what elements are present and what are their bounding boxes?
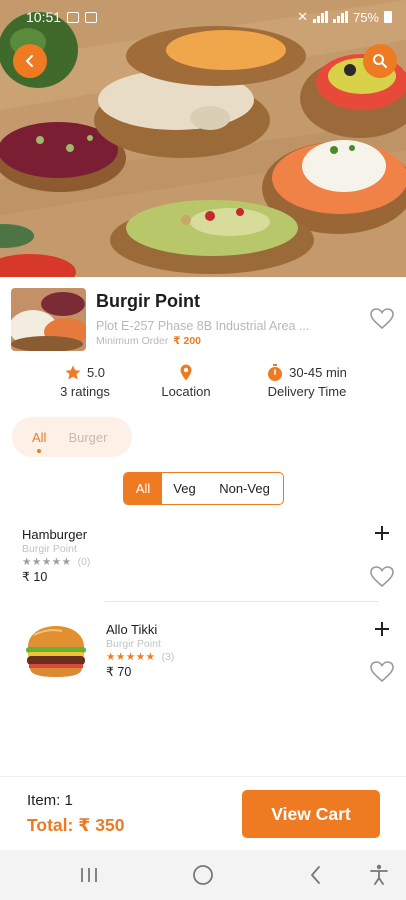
tab-all-label: All [32,429,47,445]
gallery-icon [85,11,98,23]
item-rating: ★★★★★ (3) [106,651,174,663]
cart-item-count: Item: 1 [27,792,73,809]
tab-all[interactable]: All [32,429,47,453]
item-name: Hamburger [22,527,88,542]
cart-total: Total: ₹ 350 [27,815,125,835]
mute-icon: ✕ [297,9,308,24]
star-icon [65,365,81,379]
rating-value: 5.0 [86,364,106,380]
heart-icon [370,308,394,330]
accessibility-icon[interactable] [368,863,390,887]
location-label: Location [161,384,211,399]
plus-icon [375,622,389,636]
search-icon [373,54,387,68]
signal-icon [312,11,328,23]
filter-veg[interactable]: Veg [162,473,207,504]
plus-icon [375,526,389,540]
view-cart-button[interactable]: View Cart [242,790,380,838]
veg-filter: All Veg Non-Veg [123,472,284,505]
status-bar: 10:51 ✕ 75% [0,0,406,34]
delivery-time-value: 30-45 min [289,364,347,380]
category-tabs: All Burger [12,417,132,457]
home-icon[interactable] [191,863,215,887]
active-tab-indicator [37,448,42,453]
recent-apps-icon[interactable] [78,863,100,887]
location-stat[interactable]: Location [146,362,226,399]
filter-all[interactable]: All [124,473,162,504]
search-button[interactable] [363,44,397,78]
item-name: Allo Tikki [106,622,158,637]
delivery-time-stat: 30-45 min Delivery Time [255,362,359,399]
notification-icon [67,11,80,23]
item-stars: ★★★★★ [22,556,72,568]
restaurant-name: Burgir Point [96,291,200,311]
restaurant-stats: 5.0 3 ratings Location 30-45 min Deliver… [0,362,406,402]
item-restaurant: Burgir Point [106,638,161,650]
item-rating-count: (0) [77,556,91,568]
favorite-item-button[interactable] [370,566,394,593]
back-arrow-icon [26,55,33,67]
heart-icon [370,566,394,588]
signal-icon-2 [332,11,348,23]
battery-icon [384,11,392,23]
timer-icon [268,363,283,381]
minimum-order-label: Minimum Order [96,335,169,347]
system-nav-bar [0,850,406,900]
item-price: ₹ 10 [22,570,48,584]
item-rating: ★★★★★ (0) [22,556,90,568]
restaurant-address: Plot E-257 Phase 8B Industrial Area ... [96,319,310,333]
item-price: ₹ 70 [106,665,132,679]
battery-level: 75% [352,9,379,25]
rating-stat: 5.0 3 ratings [47,362,123,400]
back-nav-icon[interactable] [306,863,326,887]
burger-image [26,626,86,677]
minimum-order-value: ₹ 200 [173,335,202,347]
favorite-restaurant-button[interactable] [370,308,394,335]
add-item-button[interactable] [373,524,391,542]
back-button[interactable] [13,44,47,78]
location-pin-icon [180,364,192,380]
heart-icon [370,661,394,683]
add-item-button[interactable] [373,620,391,638]
cart-bar: Item: 1 Total: ₹ 350 View Cart [0,776,406,850]
favorite-item-button[interactable] [370,661,394,688]
filter-non-veg[interactable]: Non-Veg [207,473,282,504]
item-rating-count: (3) [161,651,175,663]
restaurant-thumbnail [11,288,86,351]
hero-image: 10:51 ✕ 75% [0,0,406,277]
food-photo [0,0,406,277]
item-stars: ★★★★★ [106,651,156,663]
tab-burger[interactable]: Burger [68,430,107,445]
item-divider [105,601,379,602]
item-restaurant: Burgir Point [22,543,77,555]
status-time: 10:51 [26,9,62,25]
delivery-time-label: Delivery Time [267,384,347,399]
ratings-count: 3 ratings [60,384,110,399]
minimum-order: Minimum Order ₹ 200 [96,335,201,347]
